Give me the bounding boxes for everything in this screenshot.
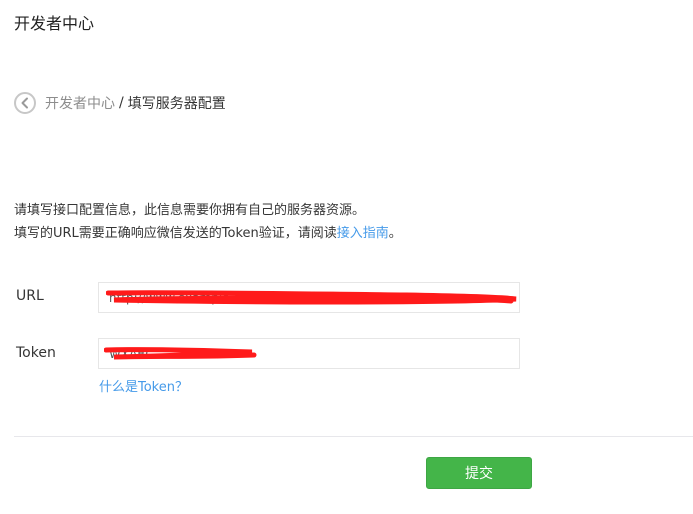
access-guide-link[interactable]: 接入指南 (337, 226, 389, 241)
form-divider (14, 436, 693, 437)
back-button[interactable] (14, 92, 36, 114)
developer-center-page: 开发者中心 开发者中心 / 填写服务器配置 请填写接口配置信息，此信息需要你拥有… (0, 0, 693, 514)
token-label: Token (16, 345, 56, 361)
description-line-2-suffix: 。 (388, 226, 402, 241)
url-field-box (98, 282, 520, 313)
config-description: 请填写接口配置信息，此信息需要你拥有自己的服务器资源。 填写的URL需要正确响应… (14, 199, 402, 245)
what-is-token-link[interactable]: 什么是Token？ (99, 376, 188, 395)
description-line-2: 填写的URL需要正确响应微信发送的Token验证，请阅读接入指南。 (14, 222, 402, 245)
token-field-box (98, 338, 520, 369)
breadcrumb-parent-link[interactable]: 开发者中心 (45, 93, 115, 113)
breadcrumb-current: 填写服务器配置 (127, 96, 226, 112)
url-label: URL (16, 288, 44, 304)
description-line-1: 请填写接口配置信息，此信息需要你拥有自己的服务器资源。 (14, 203, 366, 218)
breadcrumb-separator: / (119, 95, 124, 111)
page-title: 开发者中心 (14, 14, 95, 33)
submit-button[interactable]: 提交 (426, 457, 532, 489)
url-input[interactable] (99, 283, 519, 312)
token-input[interactable] (99, 339, 519, 368)
description-line-2-text: 填写的URL需要正确响应微信发送的Token验证，请阅读 (14, 226, 337, 241)
breadcrumb: 开发者中心 / 填写服务器配置 (14, 90, 226, 116)
chevron-left-icon (21, 97, 28, 109)
